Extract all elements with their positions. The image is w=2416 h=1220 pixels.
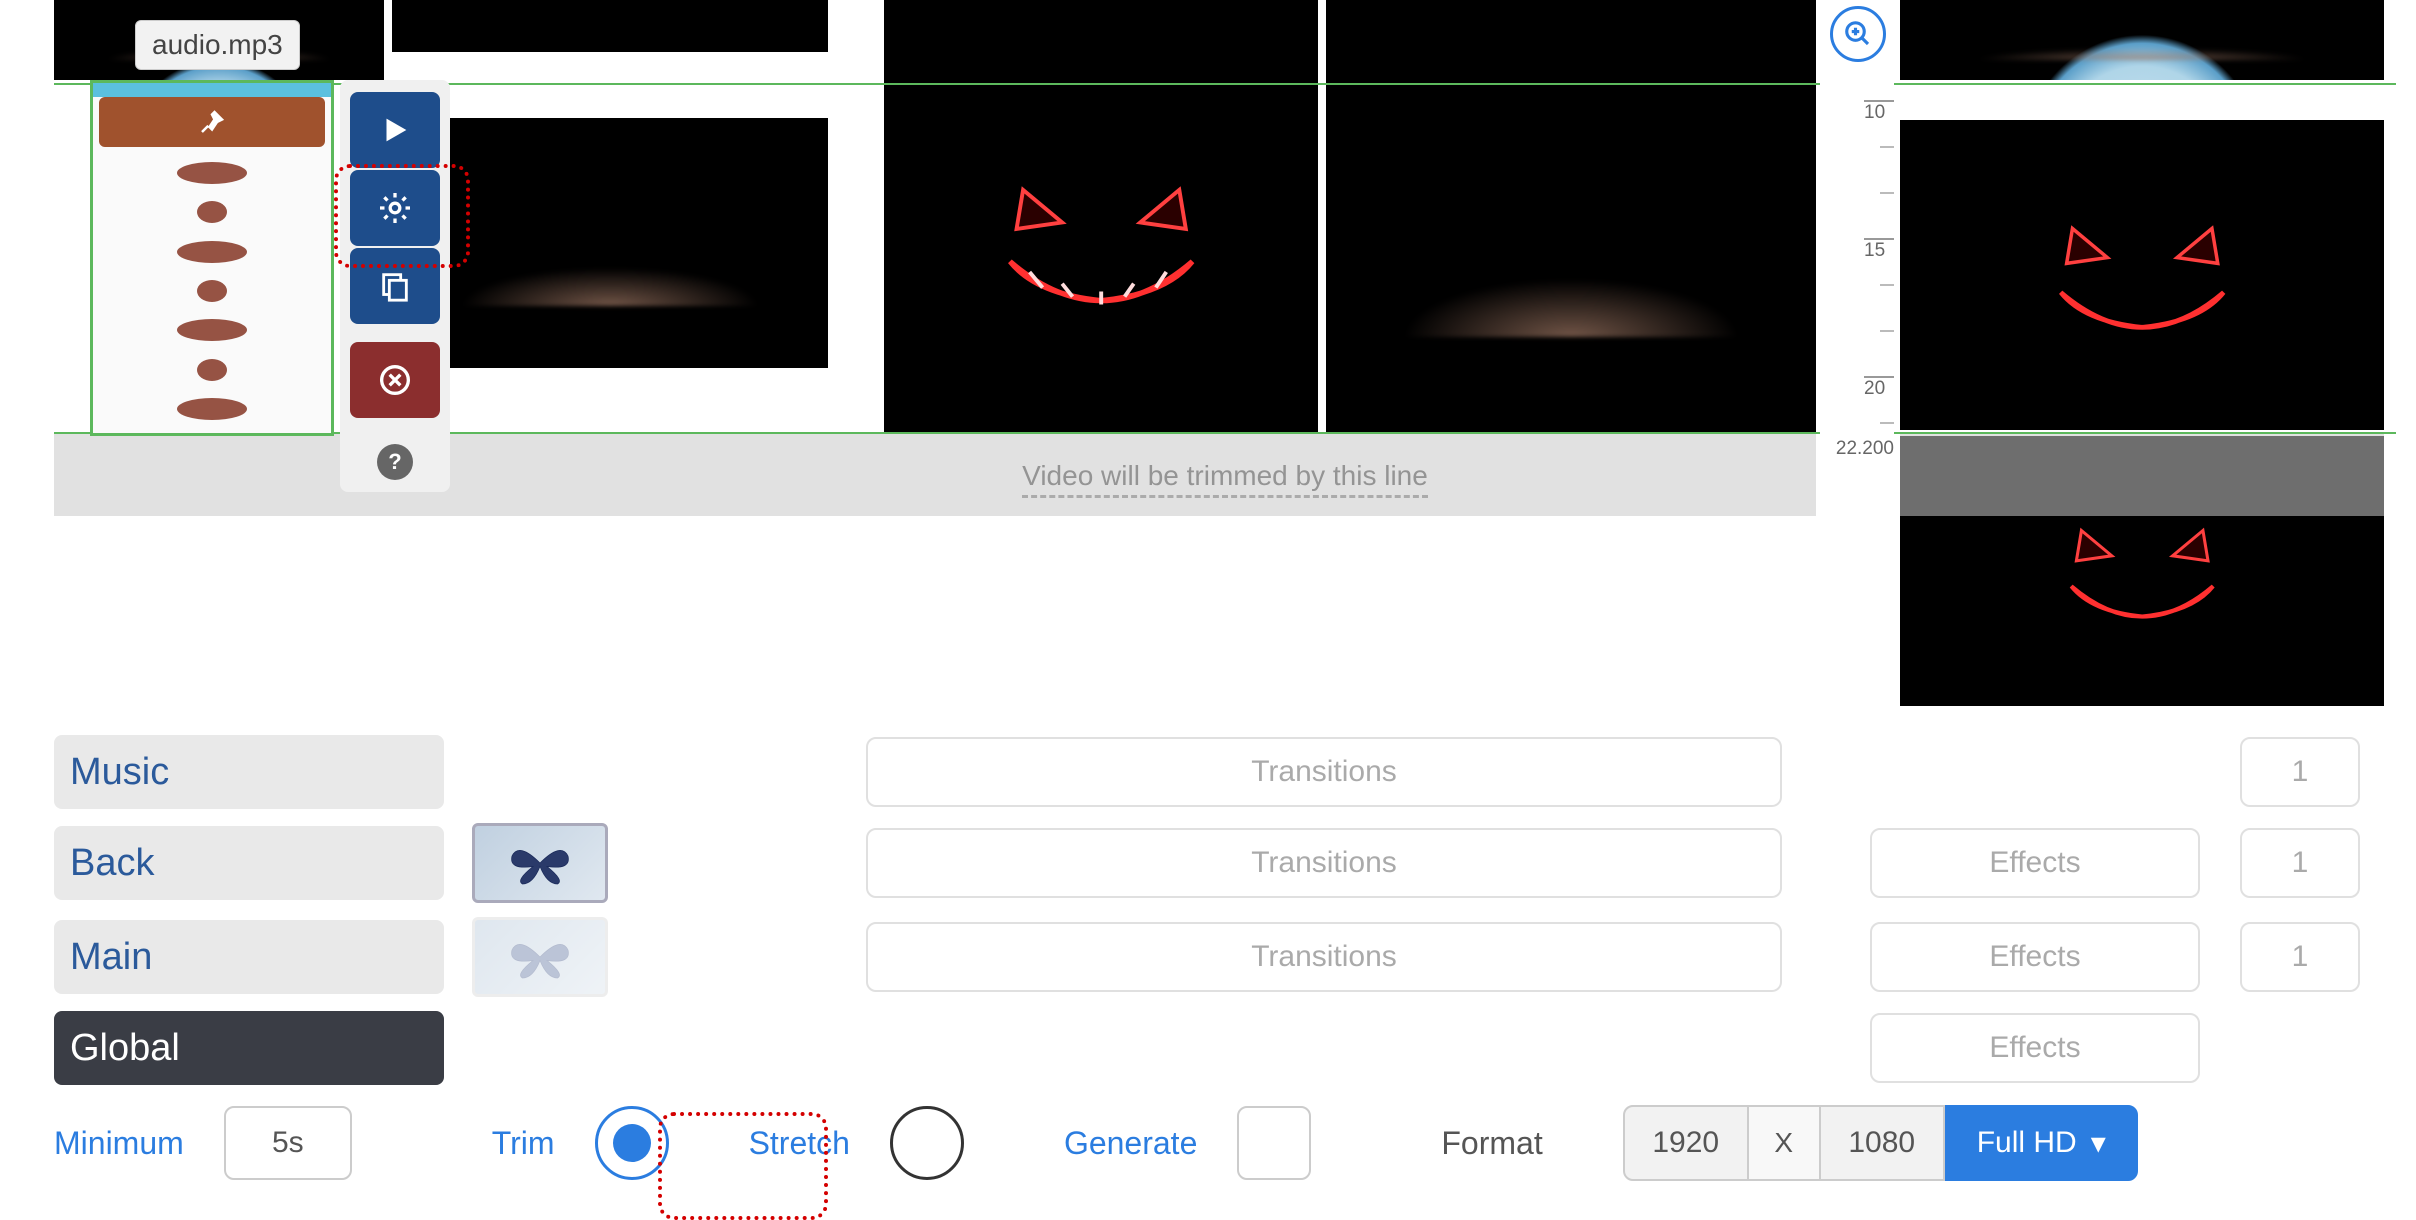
audio-clip-header <box>93 83 331 97</box>
layer-music-label[interactable]: Music <box>54 735 444 809</box>
music-count[interactable]: 1 <box>2240 737 2360 807</box>
back-effects-button[interactable]: Effects <box>1870 828 2200 898</box>
close-icon <box>379 364 411 396</box>
format-x-label: X <box>1749 1105 1819 1181</box>
format-width-input[interactable] <box>1623 1105 1749 1181</box>
gear-icon <box>377 190 413 226</box>
back-count[interactable]: 1 <box>2240 828 2360 898</box>
stretch-radio[interactable] <box>890 1106 964 1180</box>
pin-button[interactable] <box>99 97 325 147</box>
butterfly-icon <box>505 838 575 888</box>
main-transitions-button[interactable]: Transitions <box>866 922 1782 992</box>
caret-down-icon: ▾ <box>2091 1126 2106 1161</box>
devil-face-icon <box>971 128 1231 356</box>
zoom-in-button[interactable] <box>1830 6 1886 62</box>
audio-filename-label: audio.mp3 <box>135 20 300 70</box>
layer-global-label[interactable]: Global <box>54 1011 444 1085</box>
back-transitions-button[interactable]: Transitions <box>866 828 1782 898</box>
clip-tool-panel: ? <box>340 80 450 492</box>
global-effects-button[interactable]: Effects <box>1870 1013 2200 1083</box>
generate-checkbox[interactable] <box>1237 1106 1311 1180</box>
zoom-in-icon <box>1843 19 1873 49</box>
clip-blank[interactable] <box>392 0 828 52</box>
timeline-area: audio.mp3 ? <box>0 0 2416 510</box>
main-count[interactable]: 1 <box>2240 922 2360 992</box>
ruler-tick: 15 <box>1864 238 1894 262</box>
bottom-toolbar: Minimum Trim Stretch Generate Format X F… <box>54 1100 2368 1186</box>
duplicate-button[interactable] <box>350 248 440 324</box>
butterfly-icon <box>505 932 575 982</box>
clip-blank[interactable] <box>1326 0 1816 52</box>
trim-region <box>54 434 1816 516</box>
main-thumbnail[interactable] <box>472 917 608 997</box>
ruler-tick: 20 <box>1864 376 1894 400</box>
clip-devil[interactable] <box>1900 120 2384 430</box>
settings-button[interactable] <box>350 170 440 246</box>
clip-earth[interactable] <box>1326 52 1816 432</box>
copy-icon <box>378 269 412 303</box>
trim-radio[interactable] <box>595 1106 669 1180</box>
minimum-label: Minimum <box>54 1125 184 1162</box>
help-button[interactable]: ? <box>377 444 413 480</box>
pin-icon <box>197 107 227 137</box>
generate-label: Generate <box>1064 1125 1197 1162</box>
devil-face-icon <box>1997 182 2287 368</box>
main-effects-button[interactable]: Effects <box>1870 922 2200 992</box>
ruler-end: 22.200 <box>1836 438 1894 460</box>
format-preset-dropdown[interactable]: Full HD ▾ <box>1945 1105 2138 1181</box>
stretch-label: Stretch <box>749 1125 850 1162</box>
clip-devil[interactable] <box>884 0 1318 52</box>
timeline-ruler: 10 15 20 22.200 <box>1820 80 1894 460</box>
clip-earth[interactable] <box>1900 0 2384 80</box>
format-label: Format <box>1441 1125 1542 1162</box>
trim-region <box>1900 434 2384 516</box>
ruler-tick: 10 <box>1864 100 1894 124</box>
layer-back-label[interactable]: Back <box>54 826 444 900</box>
layer-main-label[interactable]: Main <box>54 920 444 994</box>
format-group: X Full HD ▾ <box>1623 1105 2138 1181</box>
format-height-input[interactable] <box>1819 1105 1945 1181</box>
music-transitions-button[interactable]: Transitions <box>866 737 1782 807</box>
audio-waveform <box>99 153 325 429</box>
trim-label: Trim <box>492 1125 555 1162</box>
layer-row-back: Back Transitions Effects 1 <box>54 823 2394 903</box>
delete-button[interactable] <box>350 342 440 418</box>
layer-row-main: Main Transitions Effects 1 <box>54 917 2394 997</box>
minimum-input[interactable] <box>224 1106 352 1180</box>
clip-earth[interactable] <box>392 118 828 368</box>
layers-panel: Music Transitions 1 Back Transitions Eff… <box>54 735 2394 1099</box>
back-thumbnail[interactable] <box>472 823 608 903</box>
audio-clip[interactable] <box>90 80 334 436</box>
play-button[interactable] <box>350 92 440 168</box>
layer-row-music: Music Transitions 1 <box>54 735 2394 809</box>
layer-row-global: Global Effects <box>54 1011 2394 1085</box>
clip-devil[interactable] <box>884 52 1318 432</box>
play-icon <box>378 113 412 147</box>
